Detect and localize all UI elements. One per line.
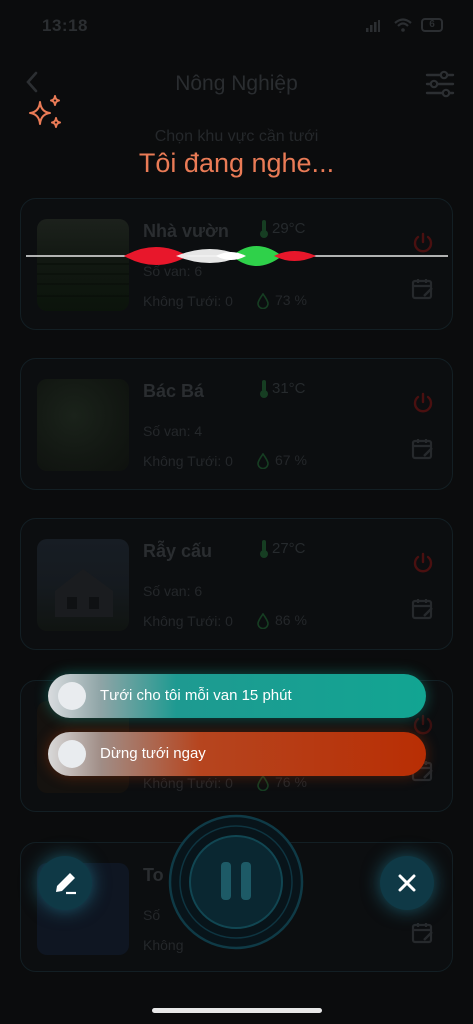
calendar-edit-icon[interactable] [411, 437, 435, 461]
pause-button[interactable] [168, 814, 304, 950]
status-time: 13:18 [42, 16, 88, 35]
suggestion-icon [58, 682, 86, 710]
power-icon[interactable] [411, 391, 435, 415]
signal-icon [366, 20, 380, 32]
area-not-watering: Không Tưới: 0 [143, 293, 233, 309]
voice-waveform [26, 246, 448, 266]
area-humidity: 67 % [257, 452, 307, 470]
area-temperature: 27°C [259, 539, 306, 559]
thermometer-icon [260, 380, 268, 398]
area-humidity: 76 % [257, 774, 307, 792]
temperature-value: 31°C [272, 379, 306, 397]
close-button[interactable] [380, 856, 434, 910]
area-name: Bác Bá [143, 381, 205, 401]
area-name: To [143, 865, 164, 885]
close-icon [398, 874, 416, 892]
thermometer-icon [260, 540, 268, 558]
humidity-value: 76 % [275, 774, 307, 790]
area-not-watering: Không Tưới: 0 [143, 775, 233, 791]
area-humidity: 86 % [257, 612, 307, 630]
humidity-value: 67 % [275, 452, 307, 468]
thermometer-icon [260, 220, 268, 238]
area-card[interactable]: Bác Bá 31°C Số van: 4 Không Tưới: 0 67 % [20, 358, 453, 490]
area-photo [37, 539, 129, 631]
suggestion-chip[interactable]: Dừng tưới ngay [48, 732, 426, 776]
page-title: Nông Nghiệp [175, 72, 298, 95]
area-card[interactable]: Rẫy cấu 27°C Số van: 6 Không Tưới: 0 86 … [20, 518, 453, 650]
droplet-icon [257, 452, 269, 470]
area-temperature: 29°C [259, 219, 306, 239]
suggestion-label: Dừng tưới ngay [100, 745, 206, 762]
pencil-icon [56, 873, 76, 895]
area-valves: Số [143, 907, 161, 923]
calendar-edit-icon[interactable] [411, 921, 435, 945]
area-not-watering: Không Tưới: 0 [143, 453, 233, 469]
wifi-icon [394, 18, 412, 32]
voice-prompt: Chọn khu vực cần tưới [154, 128, 319, 145]
droplet-icon [257, 292, 269, 310]
droplet-icon [257, 774, 269, 792]
temperature-value: 27°C [272, 539, 306, 557]
battery-icon: 6 [421, 18, 443, 32]
calendar-edit-icon[interactable] [411, 277, 435, 301]
edit-button[interactable] [38, 856, 92, 910]
suggestion-icon [58, 740, 86, 768]
suggestion-label: Tưới cho tôi mỗi van 15 phút [100, 687, 292, 704]
temperature-value: 29°C [272, 219, 306, 237]
calendar-edit-icon[interactable] [411, 597, 435, 621]
area-valves: Số van: 4 [143, 423, 203, 439]
power-icon[interactable] [411, 713, 435, 737]
droplet-icon [257, 612, 269, 630]
area-name: Rẫy cấu [143, 541, 213, 561]
sparkle-icon [29, 95, 61, 128]
area-valves: Số van: 6 [143, 583, 203, 599]
sliders-icon[interactable] [425, 70, 455, 98]
area-temperature: 31°C [259, 379, 306, 399]
listening-status: Tôi đang nghe... [138, 148, 335, 178]
humidity-value: 73 % [275, 292, 307, 308]
suggestion-chip[interactable]: Tưới cho tôi mỗi van 15 phút [48, 674, 426, 718]
home-indicator[interactable] [152, 1008, 322, 1013]
area-not-watering: Không Tưới: 0 [143, 613, 233, 629]
humidity-value: 86 % [275, 612, 307, 628]
area-photo [37, 379, 129, 471]
area-humidity: 73 % [257, 292, 307, 310]
power-icon[interactable] [411, 551, 435, 575]
